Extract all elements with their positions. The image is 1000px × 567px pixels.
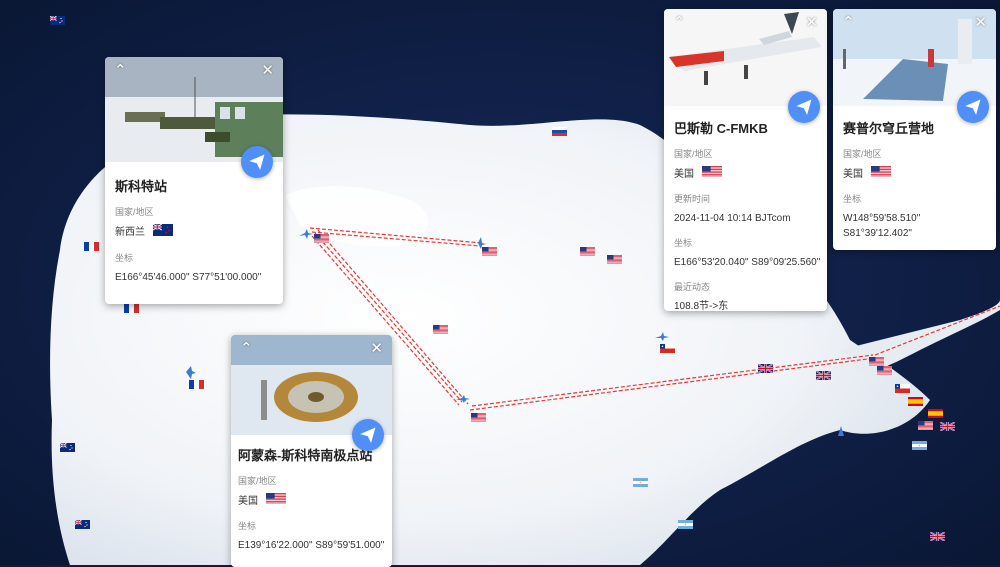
station-card-siple-dome: ⌃ ✕ 赛普尔穹丘营地 国家/地区 美国 坐标 W148°59'58.510" … [833,9,996,250]
au-flag-marker[interactable] [74,516,90,534]
us-flag-marker[interactable] [607,251,622,269]
region-value: 美国 [843,168,863,180]
station-card-amundsen-scott: ⌃ ✕ 阿蒙森-斯科特南极点站 国家/地区 美国 坐标 E139°16'22.0… [231,335,392,567]
region-label: 国家/地区 [843,149,882,159]
update-time-label: 更新时间 [674,194,711,204]
region-value: 美国 [674,168,694,180]
ar-flag-marker[interactable] [912,437,927,455]
coord-label: 坐标 [238,521,257,531]
ar-flag-marker[interactable] [633,474,648,492]
send-button[interactable] [352,419,384,451]
collapse-icon[interactable]: ⌃ [114,63,127,79]
us-flag-marker[interactable] [580,243,595,261]
us-flag-marker[interactable] [918,417,933,435]
send-button[interactable] [788,91,820,123]
region-label: 国家/地区 [674,149,713,159]
coord-label: 坐标 [674,238,693,248]
uk-flag-marker[interactable] [939,418,956,436]
update-time-value: 2024-11-04 10:14 BJTcom [674,213,791,224]
coord-label: 坐标 [115,253,134,263]
us-flag-icon [871,166,891,182]
close-icon[interactable]: ✕ [370,341,383,357]
us-flag-marker[interactable] [482,243,497,261]
station-card-scott: ⌃ ✕ 斯科特站 国家/地区 新西兰 坐标 E166°45'46.000" S7… [105,57,283,304]
coord-value: E139°16'22.000" S89°59'51.000" [238,540,385,551]
us-flag-marker[interactable] [471,409,486,427]
us-flag-icon [266,493,286,509]
us-flag-marker[interactable] [314,230,329,248]
coord-label: 坐标 [843,194,862,204]
us-flag-marker[interactable] [877,362,892,380]
ar-flag-marker[interactable] [678,516,693,534]
uk-flag-marker[interactable] [757,360,774,378]
region-value: 美国 [238,495,258,507]
paper-plane-icon [796,99,812,115]
uk-flag-marker[interactable] [815,367,832,385]
paper-plane-icon [249,154,265,170]
au-flag-marker[interactable] [49,12,65,30]
cl-flag-marker[interactable] [895,380,910,398]
station-photo: ⌃ ✕ [833,9,996,123]
collapse-icon[interactable]: ⌃ [842,15,855,31]
send-button[interactable] [241,146,273,178]
recent-activity-label: 最近动态 [674,282,711,292]
coord-value: E166°53'20.040" S89°09'25.560" [674,257,821,268]
paper-plane-icon [360,427,376,443]
station-photo: ⌃ ✕ [105,57,283,178]
ru-flag-marker[interactable] [552,123,567,141]
au-flag-marker[interactable] [59,439,75,457]
collapse-icon[interactable]: ⌃ [240,341,253,357]
coord-value: E166°45'46.000" S77°51'00.000" [115,272,262,283]
collapse-icon[interactable]: ⌃ [673,15,686,31]
region-label: 国家/地区 [115,207,154,217]
send-button[interactable] [957,91,989,123]
paper-plane-icon [965,99,981,115]
es-flag-marker[interactable] [908,393,923,411]
recent-activity-value: 108.8节->东 [674,301,729,311]
close-icon[interactable]: ✕ [261,63,274,79]
station-title: 斯科特站 [115,179,168,194]
cl-flag-marker[interactable] [660,340,675,358]
coord-value-line2: S81°39'12.402" [843,228,912,239]
nz-flag-icon [152,223,173,241]
fr-flag-marker[interactable] [84,238,99,256]
coord-value-line1: W148°59'58.510" [843,213,921,224]
close-icon[interactable]: ✕ [974,15,987,31]
aircraft-card-basler: ⌃ ✕ 巴斯勒 C-FMKB 国家/地区 美国 更新时间 2024-11-04 … [664,9,827,311]
us-flag-icon [702,166,722,182]
station-photo: ⌃ ✕ [231,335,392,451]
region-value: 新西兰 [115,227,145,238]
close-icon[interactable]: ✕ [805,15,818,31]
us-flag-marker[interactable] [433,321,448,339]
region-label: 国家/地区 [238,476,277,486]
aircraft-photo: ⌃ ✕ [664,9,827,123]
uk-flag-marker[interactable] [929,528,946,546]
fr-flag-marker[interactable] [189,376,204,394]
